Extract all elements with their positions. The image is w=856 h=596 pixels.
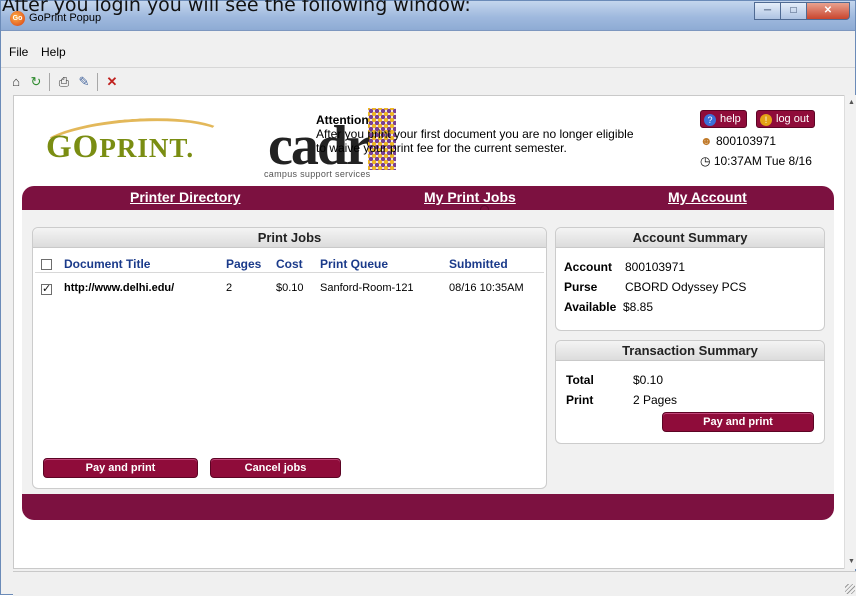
close-icon[interactable]: ✕ <box>806 2 850 20</box>
header-divider <box>35 272 544 273</box>
col-pages: Pages <box>226 257 262 271</box>
job-pages: 2 <box>226 282 233 294</box>
col-cost: Cost <box>276 257 303 271</box>
transaction-summary-header: Transaction Summary <box>556 341 824 361</box>
window-controls: ─ □ ✕ <box>754 2 850 20</box>
goprint-popup-window: Go GoPrint Popup ─ □ ✕ File Help ⌂ ↻ ⎙ ✎… <box>0 0 856 596</box>
nav-bar: Printer Directory My Print Jobs My Accou… <box>22 186 834 214</box>
job-title: http://www.delhi.edu/ <box>64 282 175 294</box>
select-all-checkbox[interactable] <box>41 259 52 270</box>
user-info: ☻ 800103971 <box>700 134 776 148</box>
job-checkbox[interactable]: ✓ <box>41 284 52 295</box>
nav-my-print-jobs[interactable]: My Print Jobs <box>424 189 516 205</box>
question-icon: ? <box>704 114 716 126</box>
power-icon: ! <box>760 114 772 126</box>
tutorial-caption: After you login you will see the followi… <box>2 0 471 16</box>
toolbar: ⌂ ↻ ⎙ ✎ ✕ <box>1 67 855 93</box>
print-jobs-panel: Print Jobs Document Title Pages Cost Pri… <box>32 227 547 489</box>
scroll-down-icon[interactable]: ▼ <box>848 558 855 565</box>
col-print-queue: Print Queue <box>320 257 389 271</box>
stop-icon[interactable]: ✕ <box>103 73 121 90</box>
job-submitted: 08/16 10:35AM <box>449 282 524 294</box>
job-queue: Sanford-Room-121 <box>320 282 414 294</box>
minimize-icon[interactable]: ─ <box>754 2 781 20</box>
logo-text: GOPRINT. <box>46 129 194 166</box>
account-summary-header: Account Summary <box>556 228 824 248</box>
available-label: Available <box>564 300 617 314</box>
status-bar <box>13 571 856 596</box>
purse-label: Purse <box>564 280 598 294</box>
cadr-subtitle: campus support services <box>264 169 371 179</box>
available-value: $8.85 <box>623 300 654 314</box>
attention-title: Attention <box>316 113 369 127</box>
total-value: $0.10 <box>633 373 664 387</box>
logout-button[interactable]: ! log out <box>756 110 816 128</box>
logo-mark: . <box>186 133 195 163</box>
account-summary-panel: Account Summary Account 800103971 Purse … <box>555 227 825 331</box>
goprint-content: GOPRINT. cadr campus support services At… <box>13 95 845 569</box>
total-label: Total <box>566 373 594 387</box>
logo-go: GO <box>46 129 100 165</box>
toolbar-separator <box>97 73 98 91</box>
menu-help[interactable]: Help <box>41 45 66 59</box>
purse-value: CBORD Odyssey PCS <box>625 280 747 294</box>
vertical-scrollbar[interactable]: ▲ ▼ <box>844 95 856 569</box>
toolbar-separator <box>49 73 50 91</box>
summary-pay-and-print-button[interactable]: Pay and print <box>662 412 814 432</box>
logo-print: PRINT <box>99 133 187 163</box>
menu-bar: File Help <box>1 41 855 63</box>
maximize-icon[interactable]: □ <box>780 2 807 20</box>
login-time: 10:37AM Tue 8/16 <box>713 154 812 168</box>
account-label: Account <box>564 260 612 274</box>
nav-printer-directory[interactable]: Printer Directory <box>130 189 240 205</box>
scroll-up-icon[interactable]: ▲ <box>848 99 855 106</box>
footer-bar <box>22 494 834 520</box>
resize-grip-icon[interactable] <box>845 584 855 594</box>
refresh-icon[interactable]: ↻ <box>27 73 45 90</box>
clock-icon: ◷ <box>700 154 711 168</box>
help-button[interactable]: ? help <box>700 110 747 128</box>
logout-label: log out <box>776 113 810 125</box>
goprint-logo: GOPRINT. <box>36 112 230 176</box>
cancel-jobs-button[interactable]: Cancel jobs <box>210 458 341 478</box>
menu-file[interactable]: File <box>9 45 28 59</box>
print-jobs-header: Print Jobs <box>33 228 546 248</box>
edit-icon[interactable]: ✎ <box>75 73 93 90</box>
time-info: ◷ 10:37AM Tue 8/16 <box>700 154 812 168</box>
nav-my-account[interactable]: My Account <box>668 189 747 205</box>
transaction-summary-panel: Transaction Summary Total $0.10 Print 2 … <box>555 340 825 444</box>
pay-and-print-button[interactable]: Pay and print <box>43 458 198 478</box>
user-icon: ☻ <box>700 134 713 148</box>
col-document-title: Document Title <box>64 257 151 271</box>
help-label: help <box>720 113 741 125</box>
home-icon[interactable]: ⌂ <box>7 73 25 90</box>
account-value: 800103971 <box>625 260 686 274</box>
attention-text: After you print your first document you … <box>316 127 634 155</box>
print-value: 2 Pages <box>633 393 678 407</box>
col-submitted: Submitted <box>449 257 508 271</box>
job-cost: $0.10 <box>276 282 304 294</box>
print-label: Print <box>566 393 594 407</box>
print-icon[interactable]: ⎙ <box>55 73 73 90</box>
user-id: 800103971 <box>715 134 777 148</box>
